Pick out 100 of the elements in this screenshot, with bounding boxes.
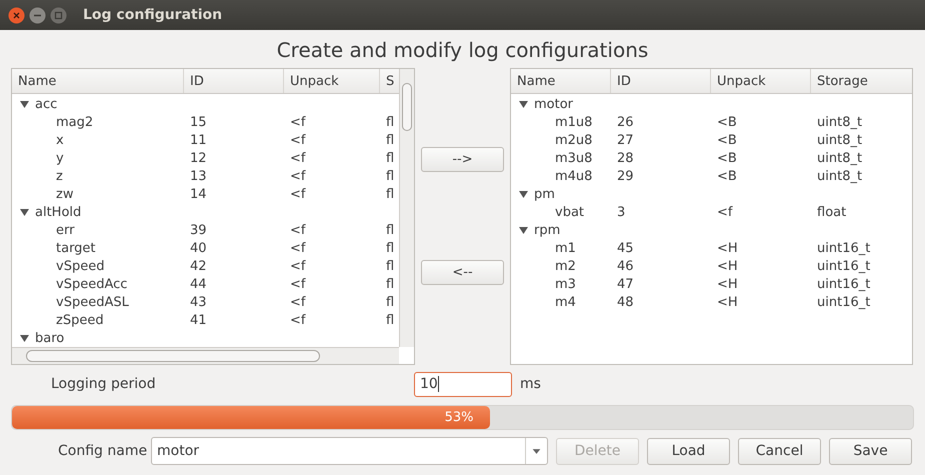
expand-arrow-icon[interactable] — [519, 190, 528, 198]
table-cell-text: fl — [385, 240, 396, 256]
tree-item[interactable]: zw — [12, 186, 184, 202]
tree-item[interactable]: vSpeed — [12, 258, 184, 274]
column-header[interactable]: Name — [12, 69, 184, 93]
table-cell-text: <f — [289, 186, 307, 202]
tree-item[interactable]: zSpeed — [12, 312, 184, 328]
tree-item[interactable]: err — [12, 222, 184, 238]
column-header[interactable]: Unpack — [711, 69, 811, 93]
tree-group[interactable]: motor — [534, 96, 574, 112]
dialog-button[interactable]: Save — [829, 438, 912, 464]
field-label: Logging period — [51, 376, 157, 392]
expand-arrow-icon[interactable] — [20, 100, 29, 108]
table-cell-text: uint8_t — [816, 132, 864, 148]
tree-item[interactable]: m3u8 — [511, 150, 611, 166]
dialog-button[interactable]: Load — [647, 438, 730, 464]
dialog-button[interactable]: Cancel — [738, 438, 821, 464]
table-cell-text: 40 — [189, 240, 208, 256]
table-cell-text: float — [816, 204, 848, 220]
add-button[interactable]: --> — [421, 147, 504, 172]
table-cell-text: <f — [289, 276, 307, 292]
table-cell-text: uint16_t — [816, 276, 872, 292]
tree-item[interactable]: vbat — [511, 204, 611, 220]
table-cell-text: <H — [716, 276, 739, 292]
table-cell-text: 48 — [616, 294, 635, 310]
table-cell-text: 39 — [189, 222, 208, 238]
table-cell-text: fl — [385, 276, 396, 292]
table-cell-text: uint8_t — [816, 150, 864, 166]
table-cell-text: <B — [716, 168, 738, 184]
table-cell-text: 43 — [189, 294, 208, 310]
table-cell-text: fl — [385, 150, 396, 166]
table-cell-text: 44 — [189, 276, 208, 292]
table-cell-text: uint8_t — [816, 168, 864, 184]
tree-item[interactable]: vSpeedASL — [12, 294, 184, 310]
table-cell-text: <f — [289, 312, 307, 328]
table-cell-text: 11 — [189, 132, 208, 148]
table-cell-text: <f — [289, 222, 307, 238]
table-cell-text: uint16_t — [816, 258, 872, 274]
table-cell-text: <H — [716, 258, 739, 274]
column-header[interactable]: ID — [611, 69, 711, 93]
tree-item[interactable]: y — [12, 150, 184, 166]
column-header[interactable]: Unpack — [284, 69, 380, 93]
expand-arrow-icon[interactable] — [20, 334, 29, 342]
tree-group[interactable]: pm — [534, 186, 555, 202]
remove-button[interactable]: <-- — [421, 260, 504, 285]
column-header[interactable]: ID — [184, 69, 284, 93]
combo-box[interactable]: motor — [151, 437, 548, 465]
table-cell-text: 46 — [616, 258, 635, 274]
unit-label: ms — [520, 376, 541, 392]
tree-item[interactable]: m2 — [511, 258, 611, 274]
expand-arrow-icon[interactable] — [519, 226, 528, 234]
expand-arrow-icon[interactable] — [20, 208, 29, 216]
table-cell-text: <B — [716, 132, 738, 148]
tree-item[interactable]: m1u8 — [511, 114, 611, 130]
table-cell-text: 28 — [616, 150, 635, 166]
progress-reading: 53% — [444, 410, 474, 425]
input-field[interactable]: 10 — [414, 372, 512, 396]
tree-item[interactable]: target — [12, 240, 184, 256]
table-cell-text: fl — [385, 222, 396, 238]
tree-item[interactable]: mag2 — [12, 114, 184, 130]
table-cell-text: 12 — [189, 150, 208, 166]
table-cell-text: 26 — [616, 114, 635, 130]
table-cell-text: <f — [289, 240, 307, 256]
table-cell-text: fl — [385, 312, 396, 328]
table-cell-text: uint8_t — [816, 114, 864, 130]
table-cell-text: 15 — [189, 114, 208, 130]
table-cell-text: <f — [289, 168, 307, 184]
tree-item[interactable]: vSpeedAcc — [12, 276, 184, 292]
horizontal-scrollbar[interactable] — [12, 347, 399, 364]
tree-item[interactable]: m2u8 — [511, 132, 611, 148]
table-cell-text: uint16_t — [816, 240, 872, 256]
table-cell-text: fl — [385, 132, 396, 148]
tree-item[interactable]: m1 — [511, 240, 611, 256]
tree-group[interactable]: acc — [35, 96, 58, 112]
tree-item[interactable]: m4u8 — [511, 168, 611, 184]
expand-arrow-icon[interactable] — [519, 100, 528, 108]
table-cell-text: <f — [289, 294, 307, 310]
window-title: Log configuration — [83, 7, 222, 23]
column-header[interactable]: Name — [511, 69, 611, 93]
table-cell-text: fl — [385, 114, 396, 130]
column-header[interactable]: Storage — [811, 69, 912, 93]
close-icon[interactable] — [8, 6, 25, 24]
table-cell-text: 42 — [189, 258, 208, 274]
tree-group[interactable]: rpm — [534, 222, 560, 238]
table-cell-text: 29 — [616, 168, 635, 184]
minimize-icon[interactable] — [29, 6, 46, 24]
tree-item[interactable]: x — [12, 132, 184, 148]
table-cell-text: <f — [289, 150, 307, 166]
tree-group[interactable]: altHold — [35, 204, 82, 220]
table-cell-text: 3 — [616, 204, 626, 220]
tree-item[interactable]: z — [12, 168, 184, 184]
table-cell-text: fl — [385, 294, 396, 310]
tree-item[interactable]: m4 — [511, 294, 611, 310]
tree-item[interactable]: m3 — [511, 276, 611, 292]
table-cell-text: <H — [716, 294, 739, 310]
table-cell-text: fl — [385, 186, 396, 202]
table-cell-text: <f — [289, 114, 307, 130]
table-cell-text: 47 — [616, 276, 635, 292]
vertical-scrollbar[interactable] — [399, 69, 414, 347]
tree-group[interactable]: baro — [35, 330, 64, 346]
